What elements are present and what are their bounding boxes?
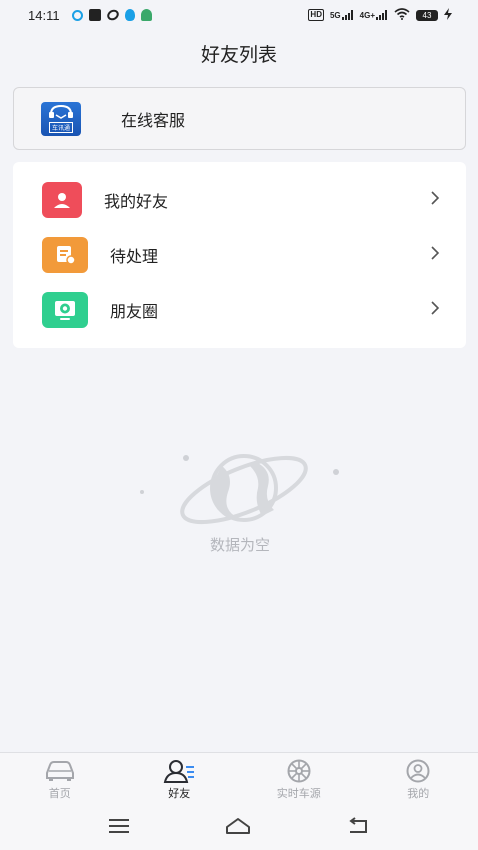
bottom-nav: 首页 好友 实时车源 我的 bbox=[0, 752, 478, 806]
back-icon bbox=[349, 816, 368, 833]
wheel-icon bbox=[287, 759, 311, 783]
status-bar: 14:11 HD 5G 4G+ 43 bbox=[0, 0, 478, 30]
status-left: 14:11 bbox=[28, 8, 152, 23]
charging-icon bbox=[444, 7, 452, 23]
battery-icon: 43 bbox=[416, 9, 438, 21]
menu-item-label: 待处理 bbox=[110, 249, 159, 266]
menu-item-moments[interactable]: 朋友圈 bbox=[13, 284, 466, 336]
status-time: 14:11 bbox=[28, 7, 60, 23]
hd-indicator: HD bbox=[308, 9, 324, 21]
headset-icon bbox=[49, 104, 73, 119]
signal-4g-label: 4G+ bbox=[359, 11, 375, 20]
signal-5g-label: 5G bbox=[329, 11, 341, 20]
nav-label: 首页 bbox=[48, 788, 71, 800]
status-right: HD 5G 4G+ 43 bbox=[308, 7, 452, 23]
video-notification-icon bbox=[88, 9, 101, 21]
service-label: 在线客服 bbox=[121, 112, 186, 130]
car-icon bbox=[45, 761, 74, 781]
empty-state: 数据为空 bbox=[130, 440, 350, 560]
menu-item-label: 我的好友 bbox=[104, 194, 169, 211]
nav-item-home[interactable]: 首页 bbox=[0, 753, 120, 806]
pending-icon bbox=[42, 237, 88, 273]
menu-card: 我的好友 待处理 朋友圈 bbox=[13, 162, 466, 348]
page-header: 好友列表 bbox=[0, 30, 478, 76]
chevron-right-icon bbox=[430, 300, 440, 320]
link-notification-icon bbox=[104, 7, 121, 23]
signal-4g-icon: 4G+ bbox=[360, 10, 388, 20]
app-notification-icon bbox=[71, 9, 83, 21]
recent-apps-button[interactable] bbox=[108, 818, 130, 839]
nav-item-mine[interactable]: 我的 bbox=[359, 753, 478, 806]
qq-notification-icon bbox=[124, 9, 135, 21]
profile-icon bbox=[406, 759, 430, 783]
back-button[interactable] bbox=[346, 816, 370, 840]
empty-planet-icon bbox=[140, 454, 339, 525]
nav-item-friends[interactable]: 好友 bbox=[120, 753, 240, 806]
user-notification-icon bbox=[140, 9, 152, 21]
page-title: 好友列表 bbox=[200, 44, 277, 66]
nav-item-realtime-cars[interactable]: 实时车源 bbox=[239, 753, 359, 806]
empty-state-text: 数据为空 bbox=[209, 537, 270, 554]
signal-5g-icon: 5G bbox=[330, 10, 354, 20]
menu-item-label: 朋友圈 bbox=[110, 304, 159, 321]
system-nav-bar bbox=[0, 806, 478, 850]
home-icon bbox=[225, 817, 250, 834]
service-logo-icon: 车讯通 bbox=[41, 101, 81, 136]
home-button[interactable] bbox=[225, 817, 251, 840]
menu-item-pending[interactable]: 待处理 bbox=[13, 229, 466, 281]
menu-item-my-friends[interactable]: 我的好友 bbox=[13, 174, 466, 226]
nav-label: 我的 bbox=[407, 788, 430, 800]
wifi-icon bbox=[394, 7, 410, 23]
online-service-button[interactable]: 车讯通 在线客服 bbox=[13, 87, 466, 150]
menu-icon bbox=[108, 818, 129, 833]
moments-icon bbox=[42, 292, 88, 328]
chevron-right-icon bbox=[430, 190, 440, 210]
chevron-right-icon bbox=[430, 245, 440, 265]
nav-label: 好友 bbox=[168, 788, 191, 800]
friends-icon bbox=[42, 182, 82, 218]
friends-nav-icon bbox=[164, 760, 195, 783]
nav-label: 实时车源 bbox=[276, 788, 321, 800]
service-logo-text: 车讯通 bbox=[48, 122, 73, 133]
